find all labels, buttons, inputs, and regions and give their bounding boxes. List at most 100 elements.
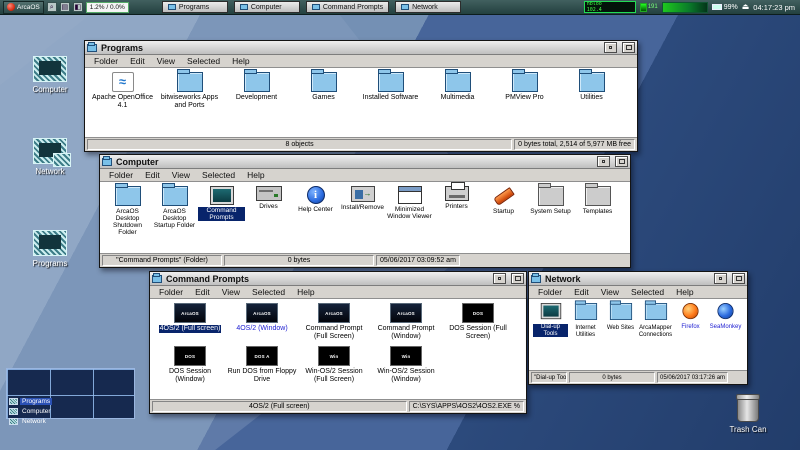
eject-button[interactable]: ⏏	[742, 2, 750, 12]
folder-object[interactable]: Help Center	[292, 186, 339, 213]
object-label: Templates	[582, 208, 614, 215]
program-object[interactable]: Win Win-OS/2 Session (Full Screen)	[298, 346, 370, 383]
menu-item[interactable]: Edit	[139, 170, 166, 180]
hide-button[interactable]	[493, 273, 506, 284]
taskbar-window-button[interactable]: Programs	[162, 1, 228, 13]
menu-item[interactable]: Edit	[568, 287, 595, 297]
menu-item[interactable]: Help	[226, 56, 255, 66]
menu-item[interactable]: Selected	[181, 56, 226, 66]
minimized-window-chip[interactable]: Programs	[9, 397, 53, 406]
menu-item[interactable]: Help	[291, 287, 320, 297]
folder-object[interactable]: SeaMonkey	[708, 303, 743, 331]
taskbar-window-button[interactable]: Network	[395, 1, 461, 13]
hide-button[interactable]	[604, 42, 617, 53]
maximize-button[interactable]	[732, 273, 745, 284]
menu-item[interactable]: Help	[670, 287, 699, 297]
desktop-icon-programs[interactable]: Programs	[18, 230, 82, 268]
folder-icon	[312, 4, 320, 10]
desktop-icon-computer[interactable]: Computer	[18, 56, 82, 94]
object-icon	[351, 186, 375, 202]
folder-object[interactable]: Development	[223, 72, 290, 102]
terminal-icon: ArcaOS	[174, 303, 206, 323]
menu-item[interactable]: View	[166, 170, 196, 180]
folder-content[interactable]: Dial-up Tools Internet Utilities Web Sit…	[529, 299, 747, 370]
folder-object[interactable]: Startup	[480, 186, 527, 215]
menu-item[interactable]: Help	[241, 170, 270, 180]
menu-item[interactable]: Folder	[532, 287, 568, 297]
menu-item[interactable]: Selected	[246, 287, 291, 297]
terminal-icon: DOS	[462, 303, 494, 323]
folder-object[interactable]: Minimized Window Viewer	[386, 186, 433, 220]
folder-content[interactable]: ArcaOS 4OS/2 (Full screen) ArcaOS 4OS/2 …	[150, 299, 526, 399]
object-label: Command Prompts	[198, 207, 245, 221]
maximize-button[interactable]	[511, 273, 524, 284]
hide-button[interactable]	[714, 273, 727, 284]
folder-content[interactable]: ArcaOS Desktop Shutdown Folder ArcaOS De…	[100, 182, 630, 253]
folder-object[interactable]: Games	[290, 72, 357, 102]
folder-object[interactable]: Printers	[433, 186, 480, 210]
folder-object[interactable]: Internet Utilities	[568, 303, 603, 338]
menu-item[interactable]: Selected	[196, 170, 241, 180]
trash-can[interactable]: Trash Can	[716, 396, 780, 434]
program-object[interactable]: DOS DOS Session (Window)	[154, 346, 226, 383]
maximize-button[interactable]	[615, 156, 628, 167]
folder-object[interactable]: ArcaMapper Connections	[638, 303, 673, 338]
maximize-button[interactable]	[622, 42, 635, 53]
folder-object[interactable]: PMView Pro	[491, 72, 558, 102]
hide-button[interactable]	[597, 156, 610, 167]
menu-item[interactable]: Edit	[189, 287, 216, 297]
folder-object[interactable]: Web Sites	[603, 303, 638, 332]
folder-object[interactable]: Apache OpenOffice 4.1	[89, 72, 156, 109]
minimized-window-chip[interactable]: Network	[9, 417, 53, 426]
titlebar[interactable]: Programs	[85, 41, 637, 55]
menu-item[interactable]: Selected	[625, 287, 670, 297]
program-object[interactable]: ArcaOS 4OS/2 (Window)	[226, 303, 298, 333]
program-object[interactable]: ArcaOS Command Prompt (Window)	[370, 303, 442, 340]
object-label: Command Prompt (Window)	[370, 325, 442, 340]
folder-object[interactable]: Firefox	[673, 303, 708, 331]
folder-object[interactable]: ArcaOS Desktop Shutdown Folder	[104, 186, 151, 237]
titlebar[interactable]: Command Prompts	[150, 272, 526, 286]
menu-item[interactable]: View	[595, 287, 625, 297]
menu-item[interactable]: Folder	[153, 287, 189, 297]
trash-can-icon	[737, 396, 759, 422]
cards-icon[interactable]: ▤	[60, 2, 70, 12]
menu-item[interactable]: Folder	[103, 170, 139, 180]
minimized-window-chip[interactable]: Computer	[9, 407, 53, 416]
menu-item[interactable]: Folder	[88, 56, 124, 66]
program-object[interactable]: DOS A Run DOS from Floppy Drive	[226, 346, 298, 383]
object-icon	[398, 186, 422, 204]
menu-item[interactable]: View	[151, 56, 181, 66]
folder-object[interactable]: Dial-up Tools	[533, 303, 568, 337]
titlebar[interactable]: Computer	[100, 155, 630, 169]
folder-object[interactable]: Command Prompts	[198, 186, 245, 221]
magnifier-icon[interactable]: ⌕	[47, 2, 57, 12]
folder-object[interactable]: Install/Remove	[339, 186, 386, 211]
folder-object[interactable]: bitwiseworks Apps and Ports	[156, 72, 223, 109]
desktop-icon-network[interactable]: Network	[18, 138, 82, 176]
folder-object[interactable]: ArcaOS Desktop Startup Folder	[151, 186, 198, 229]
display-icon[interactable]: ◧	[73, 2, 83, 12]
status-field: 0 bytes	[569, 372, 655, 383]
program-object[interactable]: Win Win-OS/2 Session (Window)	[370, 346, 442, 383]
menu-item[interactable]: Edit	[124, 56, 151, 66]
titlebar[interactable]: Network	[529, 272, 747, 286]
arcaos-logo-icon	[7, 3, 15, 11]
folder-object[interactable]: Drives	[245, 186, 292, 210]
program-object[interactable]: DOS DOS Session (Full Screen)	[442, 303, 514, 340]
taskbar-window-button[interactable]: Computer	[234, 1, 300, 13]
object-label: Firefox	[680, 324, 700, 331]
taskbar-window-button[interactable]: Command Prompts	[306, 1, 389, 13]
program-object[interactable]: ArcaOS 4OS/2 (Full screen)	[154, 303, 226, 333]
folder-object[interactable]: Multimedia	[424, 72, 491, 102]
folder-object[interactable]: Installed Software	[357, 72, 424, 102]
menu-item[interactable]: View	[216, 287, 246, 297]
folder-object[interactable]: Utilities	[558, 72, 625, 102]
folder-content[interactable]: Apache OpenOffice 4.1 bitwiseworks Apps …	[85, 68, 637, 137]
network-icon	[33, 138, 67, 164]
arcaos-start-button[interactable]: ArcaOS	[3, 1, 44, 14]
folder-object[interactable]: System Setup	[527, 186, 574, 215]
program-object[interactable]: ArcaOS Command Prompt (Full Screen)	[298, 303, 370, 340]
object-icon	[115, 186, 141, 206]
folder-object[interactable]: Templates	[574, 186, 621, 215]
